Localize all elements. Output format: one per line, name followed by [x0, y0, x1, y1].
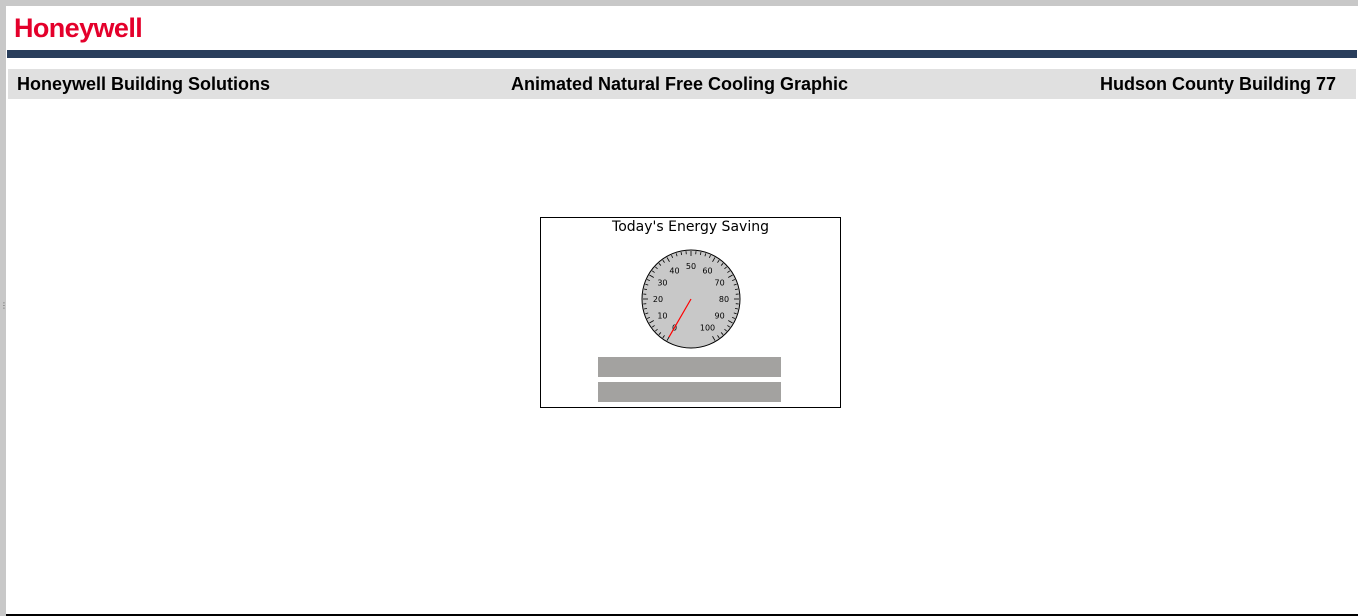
gauge-tick-label: 20	[653, 295, 663, 304]
header-building: Hudson County Building 77	[1100, 74, 1336, 94]
energy-saving-readout-2	[598, 382, 781, 402]
header-band: Honeywell Building Solutions Animated Na…	[8, 69, 1356, 99]
brand-divider-bar	[7, 50, 1357, 58]
gauge-tick-label: 10	[657, 312, 667, 321]
gauge-tick-label: 60	[702, 266, 712, 275]
gauge-tick-label: 100	[700, 324, 715, 333]
header-company: Honeywell Building Solutions	[17, 74, 271, 94]
header-page-title: Animated Natural Free Cooling Graphic	[511, 74, 849, 94]
energy-saving-gauge: 0102030405060708090100	[641, 249, 741, 349]
honeywell-logo: Honeywell	[14, 13, 143, 43]
gauge-tick-label: 80	[719, 295, 729, 304]
energy-saving-panel: Today's Energy Saving 010203040506070809…	[540, 217, 841, 408]
energy-saving-title: Today's Energy Saving	[612, 219, 769, 235]
splitter-handle[interactable]: ⋮	[0, 302, 8, 318]
gauge-tick-label: 90	[714, 312, 724, 321]
energy-saving-readout-1	[598, 357, 781, 377]
gauge-tick-label: 30	[657, 279, 667, 288]
gauge-tick-label: 50	[686, 262, 696, 271]
gauge-tick-label: 70	[714, 279, 724, 288]
gauge-tick-label: 40	[669, 266, 679, 275]
